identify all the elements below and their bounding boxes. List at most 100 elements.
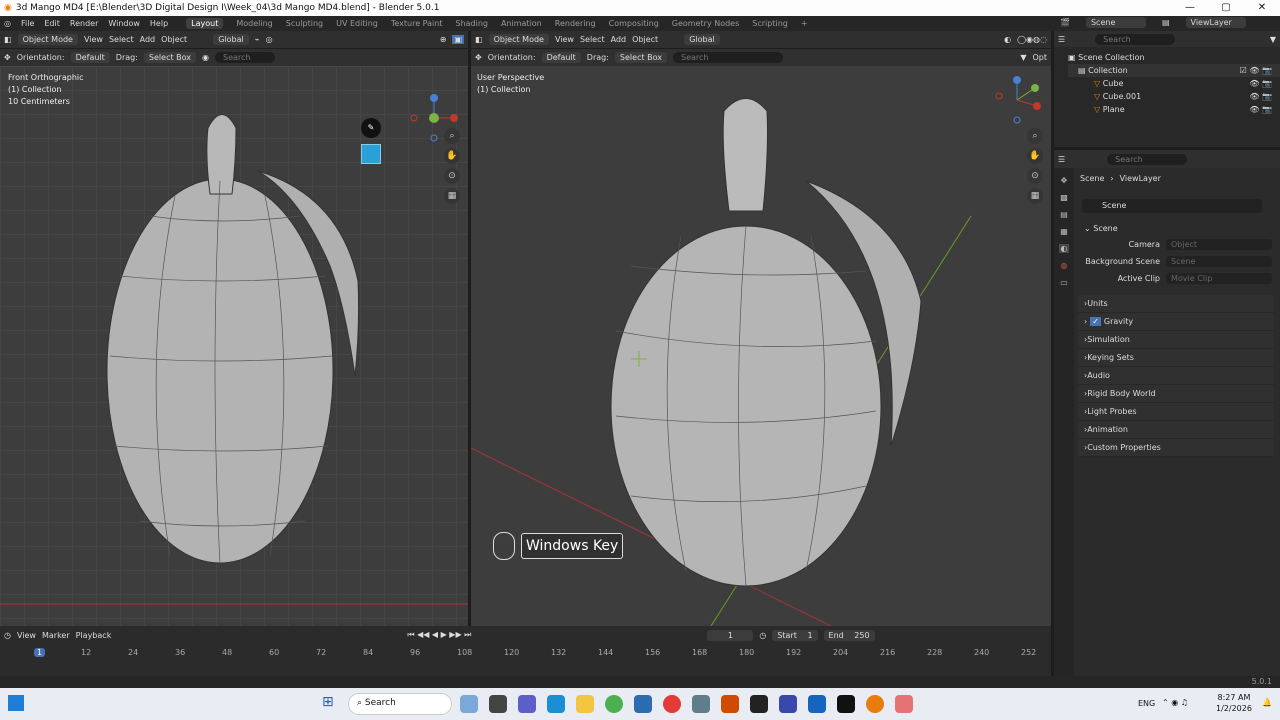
left-select-menu[interactable]: Select (109, 35, 134, 44)
world-tab-icon[interactable]: ◍ (1061, 261, 1068, 270)
cube-app-icon[interactable] (779, 695, 797, 713)
p-app-icon[interactable] (750, 695, 768, 713)
tab-modeling[interactable]: Modeling (236, 19, 272, 28)
menu-file[interactable]: File (21, 19, 34, 28)
filter-icon[interactable]: ▼ (1020, 53, 1026, 62)
view-layer-tab-icon[interactable]: ▦ (1060, 227, 1068, 236)
scene-panel-header[interactable]: ⌄ Scene (1076, 222, 1280, 235)
timeline-marker-menu[interactable]: Marker (42, 631, 70, 640)
scene-datablock[interactable]: Scene (1082, 199, 1262, 213)
panel-custom-properties[interactable]: › Custom Properties (1078, 439, 1274, 457)
right-editor-type-icon[interactable]: ◧ (475, 35, 483, 44)
end-frame-field[interactable]: End 250 (823, 629, 875, 641)
powerpoint-icon[interactable] (721, 695, 739, 713)
xray-icon[interactable]: ▣ (452, 35, 464, 44)
menu-window[interactable]: Window (108, 19, 140, 28)
outliner-editor-icon[interactable]: ☰ (1058, 35, 1065, 44)
left-view-menu[interactable]: View (84, 35, 103, 44)
add-workspace-button[interactable]: + (801, 19, 808, 28)
timeline-ruler[interactable]: 1 12 24 36 48 60 72 84 96 108 120 132 144 156 168 180 19… (0, 646, 1051, 674)
tab-layout[interactable]: Layout (186, 18, 224, 29)
tab-sculpting[interactable]: Sculpting (286, 19, 323, 28)
app-icon[interactable] (692, 695, 710, 713)
close-button[interactable]: ✕ (1244, 0, 1280, 16)
taskview-app-icon[interactable] (489, 695, 507, 713)
timeline-view-menu[interactable]: View (17, 631, 36, 640)
panel-audio[interactable]: › Audio (1078, 367, 1274, 385)
left-3d-viewport[interactable]: Front Orthographic (1) Collection 10 Cen… (0, 66, 468, 626)
playback-controls-icon[interactable]: ⏮ ◀◀ ◀ ▶ ▶▶ ⏭ (407, 630, 471, 640)
pen-tool-icon[interactable]: ✎ (361, 118, 381, 138)
left-object-menu[interactable]: Object (161, 35, 187, 44)
left-mode-dropdown[interactable]: Object Mode (17, 34, 78, 45)
start-frame-field[interactable]: Start 1 (772, 629, 818, 641)
blender-taskbar-icon[interactable] (866, 695, 884, 713)
output-tab-icon[interactable]: ▤ (1060, 210, 1068, 219)
minimize-button[interactable]: — (1172, 0, 1208, 16)
menu-render[interactable]: Render (70, 19, 98, 28)
outliner-scene-collection[interactable]: ▣ Scene Collection (1068, 51, 1280, 64)
outliner-item-plane[interactable]: ▽ Plane 👁 📷 (1068, 103, 1280, 116)
system-tray-icons[interactable]: ⌃ ◉ ♫ (1162, 698, 1188, 707)
panel-light-probes[interactable]: › Light Probes (1078, 403, 1274, 421)
tab-uv-editing[interactable]: UV Editing (336, 19, 378, 28)
scene-selector[interactable]: Scene (1085, 17, 1146, 28)
clock[interactable]: 8:27 AM 1/2/2026 (1216, 692, 1252, 714)
right-nav-gizmo[interactable] (993, 76, 1041, 126)
editor-type-icon[interactable]: ◧ (4, 35, 12, 44)
grid-view-icon[interactable]: ▦ (444, 188, 460, 204)
camera-field[interactable]: Object (1166, 239, 1272, 250)
right-orientation-dropdown[interactable]: Default (541, 52, 581, 63)
right-3d-viewport[interactable]: User Perspective (1) Collection Windows … (471, 66, 1051, 626)
chrome-icon[interactable] (605, 695, 623, 713)
zoom-icon[interactable]: ⌕ (444, 128, 460, 144)
right-view-menu[interactable]: View (555, 35, 574, 44)
background-scene-field[interactable]: Scene (1166, 256, 1272, 267)
shading-solid-icon[interactable]: ◉ (202, 53, 209, 62)
panel-rigid-body[interactable]: › Rigid Body World (1078, 385, 1274, 403)
left-add-menu[interactable]: Add (140, 35, 156, 44)
eye-icon[interactable]: 👁 📷 (1249, 103, 1272, 116)
tab-geometry-nodes[interactable]: Geometry Nodes (672, 19, 739, 28)
panel-animation[interactable]: › Animation (1078, 421, 1274, 439)
collection-visibility-icon[interactable]: ☑ 👁 📷 (1240, 64, 1272, 77)
active-clip-field[interactable]: Movie Clip (1166, 273, 1272, 284)
tool-tab-icon[interactable]: ✥ (1061, 176, 1068, 185)
proportional-icon[interactable]: ◎ (266, 35, 273, 44)
right-mode-dropdown[interactable]: Object Mode (488, 34, 549, 45)
right-drag-dropdown[interactable]: Select Box (614, 52, 668, 63)
outliner-collection[interactable]: ▤ Collection ☑ 👁 📷 (1068, 64, 1280, 77)
eye-icon[interactable]: 👁 📷 (1249, 77, 1272, 90)
right-select-menu[interactable]: Select (580, 35, 605, 44)
shading-modes-icon[interactable]: ◯◉◍◌ (1017, 35, 1047, 44)
outliner-search-input[interactable]: Search (1095, 33, 1176, 45)
current-frame-field[interactable]: 1 (707, 629, 754, 641)
right-zoom-icon[interactable]: ⌕ (1027, 128, 1043, 144)
panel-keying-sets[interactable]: › Keying Sets (1078, 349, 1274, 367)
taskbar-search[interactable]: ⌕ Search (348, 693, 452, 715)
recorder-icon[interactable] (895, 695, 913, 713)
camera-view-icon[interactable]: ⊙ (444, 168, 460, 184)
timeline-editor-icon[interactable]: ◷ (4, 631, 11, 640)
right-add-menu[interactable]: Add (611, 35, 627, 44)
tab-shading[interactable]: Shading (455, 19, 488, 28)
vscode-icon[interactable] (808, 695, 826, 713)
outliner-item-cube[interactable]: ▽ Cube 👁 📷 (1068, 77, 1280, 90)
edge-icon[interactable] (547, 695, 565, 713)
left-transform-dropdown[interactable]: Global (213, 34, 249, 45)
gizmo-toggle-icon[interactable]: ⊕ (440, 35, 447, 44)
blender-menu-icon[interactable]: ◎ (4, 19, 11, 28)
scene-tab-icon[interactable]: ◐ (1058, 244, 1070, 253)
tab-texture-paint[interactable]: Texture Paint (391, 19, 443, 28)
teams-icon[interactable] (518, 695, 536, 713)
right-search-input[interactable]: Search (673, 52, 784, 63)
right-pan-hand-icon[interactable]: ✋ (1027, 148, 1043, 164)
task-view-icon[interactable] (8, 695, 24, 711)
panel-units[interactable]: › Units (1078, 295, 1274, 313)
language-indicator[interactable]: ENG (1138, 699, 1155, 708)
drag-dropdown[interactable]: Select Box (143, 52, 197, 63)
right-camera-view-icon[interactable]: ⊙ (1027, 168, 1043, 184)
menu-help[interactable]: Help (150, 19, 168, 28)
windows-start-icon[interactable]: ⊞ (322, 694, 340, 712)
right-transform-dropdown[interactable]: Global (684, 34, 720, 45)
